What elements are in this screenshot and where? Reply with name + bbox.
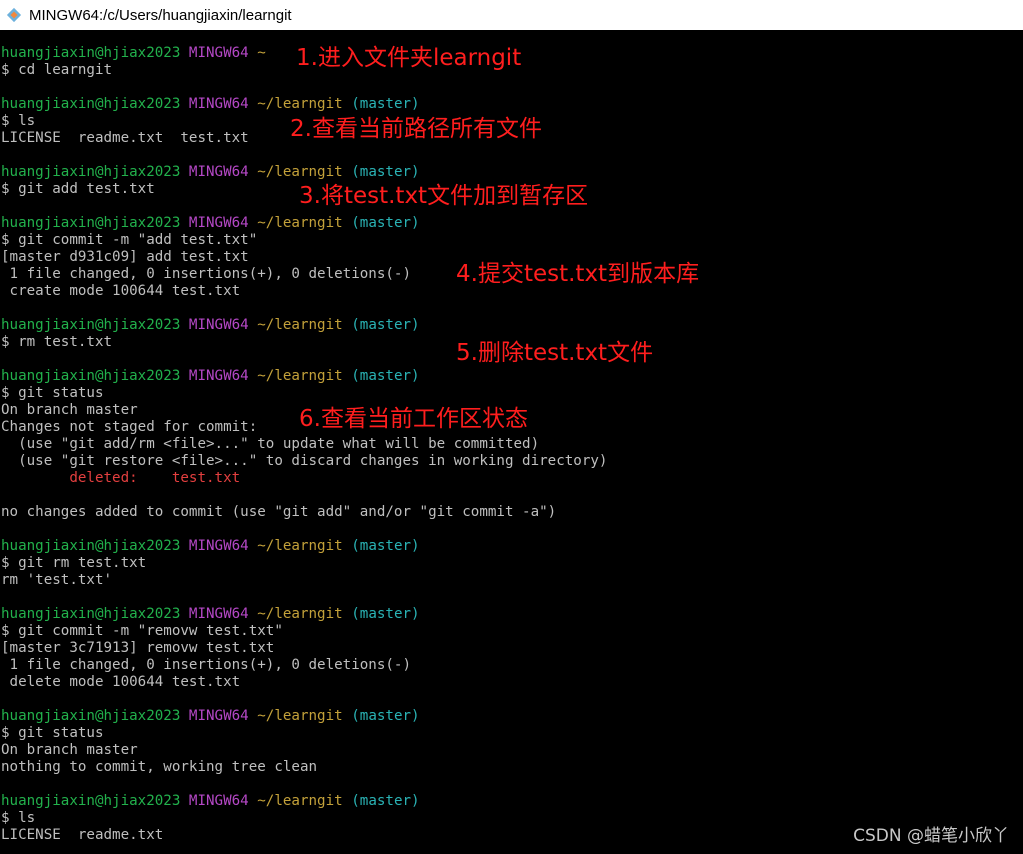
terminal-output[interactable]: huangjiaxin@hjiax2023 MINGW64 ~ $ cd lea… — [0, 30, 1023, 854]
prompt-branch: (master) — [351, 368, 420, 384]
prompt-branch: (master) — [351, 708, 420, 724]
prompt-line: huangjiaxin@hjiax2023 MINGW64 ~/learngit… — [1, 538, 420, 555]
prompt-host: MINGW64 — [188, 708, 249, 724]
prompt-branch: (master) — [351, 317, 420, 333]
prompt-line: huangjiaxin@hjiax2023 MINGW64 ~/learngit… — [1, 368, 420, 385]
output-line: no changes added to commit (use "git add… — [1, 504, 557, 520]
command-line: $ cd learngit — [1, 62, 113, 78]
annotation-step-4: 4.提交test.txt到版本库 — [456, 261, 700, 287]
prompt-path: ~/learngit — [257, 606, 343, 622]
command-line: $ git status — [1, 385, 104, 401]
prompt-user: huangjiaxin@hjiax2023 — [1, 317, 181, 333]
prompt-path: ~/learngit — [257, 317, 343, 333]
annotation-step-2: 2.查看当前路径所有文件 — [290, 116, 542, 142]
deleted-file-line: deleted: test.txt — [1, 470, 241, 486]
command-line: $ ls — [1, 113, 36, 129]
command-line: $ git commit -m "add test.txt" — [1, 232, 258, 248]
command-line: $ ls — [1, 810, 36, 826]
output-line: (use "git add/rm <file>..." to update wh… — [1, 436, 540, 452]
prompt-branch: (master) — [351, 538, 420, 554]
output-line: On branch master — [1, 742, 138, 758]
prompt-line: huangjiaxin@hjiax2023 MINGW64 ~/learngit… — [1, 606, 420, 623]
output-line: rm 'test.txt' — [1, 572, 113, 588]
output-line: [master d931c09] add test.txt — [1, 249, 249, 265]
prompt-line: huangjiaxin@hjiax2023 MINGW64 ~/learngit… — [1, 164, 420, 181]
prompt-host: MINGW64 — [188, 793, 249, 809]
prompt-user: huangjiaxin@hjiax2023 — [1, 164, 181, 180]
prompt-branch: (master) — [351, 215, 420, 231]
prompt-path: ~/learngit — [257, 538, 343, 554]
command-line: $ git rm test.txt — [1, 555, 147, 571]
prompt-host: MINGW64 — [188, 164, 249, 180]
prompt-path: ~/learngit — [257, 215, 343, 231]
annotation-step-6: 6.查看当前工作区状态 — [299, 406, 528, 432]
prompt-branch: (master) — [351, 606, 420, 622]
output-line: (use "git restore <file>..." to discard … — [1, 453, 608, 469]
annotation-step-5: 5.删除test.txt文件 — [456, 340, 654, 366]
annotation-step-1: 1.进入文件夹learngit — [296, 45, 522, 71]
prompt-user: huangjiaxin@hjiax2023 — [1, 708, 181, 724]
prompt-line: huangjiaxin@hjiax2023 MINGW64 ~/learngit… — [1, 708, 420, 725]
prompt-user: huangjiaxin@hjiax2023 — [1, 45, 181, 61]
output-line: [master 3c71913] removw test.txt — [1, 640, 275, 656]
prompt-branch: (master) — [351, 164, 420, 180]
prompt-line: huangjiaxin@hjiax2023 MINGW64 ~/learngit… — [1, 215, 420, 232]
prompt-branch: (master) — [351, 96, 420, 112]
output-line: create mode 100644 test.txt — [1, 283, 241, 299]
command-line: $ rm test.txt — [1, 334, 113, 350]
prompt-user: huangjiaxin@hjiax2023 — [1, 793, 181, 809]
command-line: $ git add test.txt — [1, 181, 155, 197]
output-line: 1 file changed, 0 insertions(+), 0 delet… — [1, 657, 411, 673]
window-titlebar[interactable]: MINGW64:/c/Users/huangjiaxin/learngit — [0, 0, 1023, 31]
git-bash-icon — [6, 7, 22, 23]
output-line: delete mode 100644 test.txt — [1, 674, 241, 690]
command-line: $ git commit -m "removw test.txt" — [1, 623, 283, 639]
prompt-user: huangjiaxin@hjiax2023 — [1, 368, 181, 384]
prompt-path: ~/learngit — [257, 793, 343, 809]
prompt-host: MINGW64 — [188, 538, 249, 554]
prompt-host: MINGW64 — [188, 215, 249, 231]
output-line: Changes not staged for commit: — [1, 419, 258, 435]
prompt-path: ~ — [257, 45, 266, 61]
prompt-host: MINGW64 — [188, 368, 249, 384]
prompt-user: huangjiaxin@hjiax2023 — [1, 215, 181, 231]
prompt-line: huangjiaxin@hjiax2023 MINGW64 ~ — [1, 45, 266, 62]
prompt-line: huangjiaxin@hjiax2023 MINGW64 ~/learngit… — [1, 96, 420, 113]
output-line: nothing to commit, working tree clean — [1, 759, 318, 775]
csdn-watermark: CSDN @蜡笔小欣丫 — [853, 826, 1009, 846]
prompt-host: MINGW64 — [188, 606, 249, 622]
prompt-line: huangjiaxin@hjiax2023 MINGW64 ~/learngit… — [1, 793, 420, 810]
prompt-user: huangjiaxin@hjiax2023 — [1, 538, 181, 554]
prompt-user: huangjiaxin@hjiax2023 — [1, 96, 181, 112]
prompt-line: huangjiaxin@hjiax2023 MINGW64 ~/learngit… — [1, 317, 420, 334]
output-line: 1 file changed, 0 insertions(+), 0 delet… — [1, 266, 411, 282]
prompt-host: MINGW64 — [188, 96, 249, 112]
output-line: LICENSE readme.txt — [1, 827, 164, 843]
annotation-step-3: 3.将test.txt文件加到暂存区 — [299, 183, 589, 209]
output-line: LICENSE readme.txt test.txt — [1, 130, 249, 146]
output-line: On branch master — [1, 402, 138, 418]
prompt-branch: (master) — [351, 793, 420, 809]
prompt-path: ~/learngit — [257, 96, 343, 112]
command-line: $ git status — [1, 725, 104, 741]
prompt-path: ~/learngit — [257, 708, 343, 724]
window-title: MINGW64:/c/Users/huangjiaxin/learngit — [29, 6, 292, 24]
prompt-host: MINGW64 — [188, 317, 249, 333]
prompt-path: ~/learngit — [257, 164, 343, 180]
prompt-user: huangjiaxin@hjiax2023 — [1, 606, 181, 622]
prompt-path: ~/learngit — [257, 368, 343, 384]
prompt-host: MINGW64 — [188, 45, 249, 61]
